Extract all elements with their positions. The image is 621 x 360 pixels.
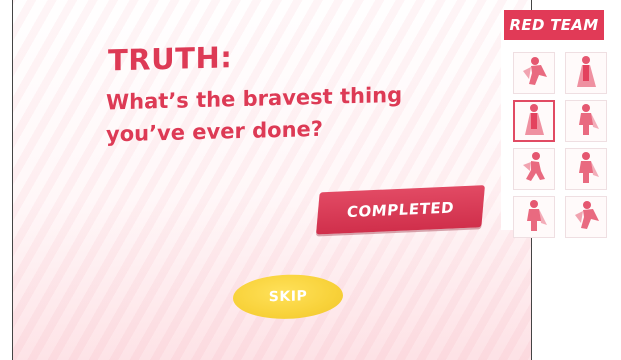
flying-hero-icon xyxy=(569,197,603,237)
team-hero-grid xyxy=(513,52,613,242)
flying-hero-icon xyxy=(517,53,551,93)
completed-button[interactable]: COMPLETED xyxy=(316,185,485,235)
caped-hero-icon xyxy=(517,101,551,141)
truth-question: What’s the bravest thing you’ve ever don… xyxy=(106,82,403,147)
hero-icon xyxy=(569,149,603,189)
team-hero-slot[interactable] xyxy=(513,100,555,142)
skip-button[interactable]: SKIP xyxy=(233,273,343,321)
truth-card: TRUTH: What’s the bravest thing you’ve e… xyxy=(12,0,532,360)
running-hero-icon xyxy=(517,149,551,189)
skip-button-label: SKIP xyxy=(268,288,308,306)
completed-button-label: COMPLETED xyxy=(346,198,455,222)
hero-icon xyxy=(517,197,551,237)
team-hero-slot[interactable] xyxy=(565,148,607,190)
card-title: TRUTH: xyxy=(108,40,233,78)
team-hero-slot[interactable] xyxy=(513,52,555,94)
team-panel: RED TEAM xyxy=(501,10,611,238)
team-name: RED TEAM xyxy=(504,10,604,40)
caped-hero-icon xyxy=(569,53,603,93)
team-hero-slot[interactable] xyxy=(513,148,555,190)
hero-icon xyxy=(569,101,603,141)
team-hero-slot[interactable] xyxy=(565,100,607,142)
team-hero-slot[interactable] xyxy=(565,196,607,238)
team-hero-slot[interactable] xyxy=(513,196,555,238)
game-screen: TRUTH: What’s the bravest thing you’ve e… xyxy=(0,0,621,360)
team-hero-slot[interactable] xyxy=(565,52,607,94)
